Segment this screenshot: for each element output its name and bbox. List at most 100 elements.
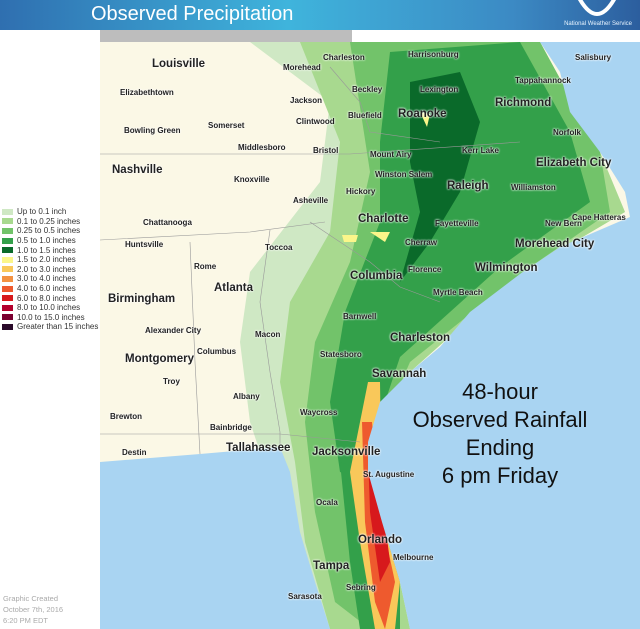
gray-bar	[100, 30, 352, 42]
city-label: Orlando	[358, 534, 403, 546]
city-label: Brewton	[110, 412, 142, 421]
city-label: Morehead	[283, 63, 321, 72]
city-label: Louisville	[152, 58, 206, 70]
legend-label: Up to 0.1 inch	[17, 207, 67, 217]
legend-swatch	[2, 323, 13, 330]
city-label: Somerset	[208, 121, 245, 130]
legend-item: 2.0 to 3.0 inches	[2, 265, 98, 275]
legend-label: 4.0 to 6.0 inches	[17, 284, 76, 294]
city-label: Knoxville	[234, 175, 270, 184]
city-label: Wilmington	[475, 262, 538, 274]
city-label: Ocala	[316, 498, 338, 507]
legend-item: Up to 0.1 inch	[2, 207, 98, 217]
city-label: New Bern	[545, 219, 582, 228]
legend-swatch	[2, 237, 13, 244]
legend-label: 0.25 to 0.5 inches	[17, 226, 81, 236]
city-label: Rome	[194, 262, 217, 271]
footer-line: 6:20 PM EDT	[3, 616, 49, 625]
city-label: Mount Airy	[370, 150, 412, 159]
legend-label: 6.0 to 8.0 inches	[17, 293, 76, 303]
city-label: Elizabeth City	[536, 157, 612, 169]
legend-label: 10.0 to 15.0 inches	[17, 312, 85, 322]
city-label: Charleston	[323, 53, 365, 62]
city-label: Charlotte	[358, 213, 409, 225]
city-label: Jacksonville	[312, 446, 381, 458]
agency-name: National Weather Service	[564, 21, 632, 27]
annotation-line: 48-hour	[462, 379, 538, 404]
legend-item: 0.25 to 0.5 inches	[2, 226, 98, 236]
page-title: Observed Precipitation	[91, 3, 294, 25]
city-label: Tampa	[313, 560, 350, 572]
city-label: Norfolk	[553, 128, 581, 137]
city-label: Melbourne	[393, 553, 434, 562]
city-label: Toccoa	[265, 243, 293, 252]
legend-swatch	[2, 218, 13, 225]
city-label: Montgomery	[125, 353, 194, 365]
annotation-line: 6 pm Friday	[441, 463, 559, 488]
legend-item: 6.0 to 8.0 inches	[2, 293, 98, 303]
city-label: Bowling Green	[124, 126, 181, 135]
legend-item: 8.0 to 10.0 inches	[2, 303, 98, 313]
legend-swatch	[2, 266, 13, 273]
legend-swatch	[2, 275, 13, 282]
city-label: Bainbridge	[210, 423, 252, 432]
legend-swatch	[2, 247, 13, 254]
city-label: Atlanta	[214, 282, 253, 294]
legend-label: 0.1 to 0.25 inches	[17, 216, 81, 226]
city-label: Jackson	[290, 96, 323, 105]
city-label: Fayetteville	[435, 219, 479, 228]
annotation-line: Observed Rainfall	[412, 407, 588, 432]
legend-item: 0.5 to 1.0 inches	[2, 236, 98, 246]
city-label: Statesboro	[320, 350, 362, 359]
legend-swatch	[2, 304, 13, 311]
city-label: Asheville	[293, 196, 329, 205]
legend-item: 10.0 to 15.0 inches	[2, 313, 98, 323]
city-label: Macon	[255, 330, 281, 339]
city-label: Elizabethtown	[120, 88, 174, 97]
legend-label: Greater than 15 inches	[17, 322, 99, 332]
city-label: Clintwood	[296, 117, 335, 126]
footer: Graphic Created October 7th, 2016 6:20 P…	[3, 593, 63, 626]
city-label: Myrtle Beach	[433, 288, 483, 297]
city-label: Morehead City	[515, 238, 595, 250]
city-label: Birmingham	[108, 293, 176, 305]
city-label: Beckley	[352, 85, 383, 94]
city-label: Williamston	[511, 183, 556, 192]
city-label: Salisbury	[575, 53, 612, 62]
legend: Up to 0.1 inch 0.1 to 0.25 inches 0.25 to …	[2, 207, 98, 332]
city-label: Tappahannock	[515, 76, 571, 85]
city-label: Bluefield	[348, 111, 382, 120]
city-label: Sebring	[346, 583, 376, 592]
city-label: Harrisonburg	[408, 50, 459, 59]
city-label: Tallahassee	[226, 442, 291, 454]
city-label: Barnwell	[343, 312, 377, 321]
annotation-line: Ending	[465, 435, 535, 460]
city-label: Winston Salem	[375, 170, 433, 179]
legend-label: 0.5 to 1.0 inches	[17, 236, 76, 246]
city-label: Middlesboro	[238, 143, 286, 152]
city-label: Chattanooga	[143, 218, 192, 227]
legend-swatch	[2, 314, 13, 321]
legend-label: 2.0 to 3.0 inches	[17, 264, 76, 274]
city-label: Kerr Lake	[462, 146, 499, 155]
legend-label: 1.5 to 2.0 inches	[17, 255, 76, 265]
footer-line: Graphic Created	[3, 594, 59, 603]
city-label: Richmond	[495, 97, 552, 109]
legend-label: 3.0 to 4.0 inches	[17, 274, 76, 284]
city-label: Waycross	[300, 408, 338, 417]
legend-item: 3.0 to 4.0 inches	[2, 274, 98, 284]
legend-item: Greater than 15 inches	[2, 322, 98, 332]
city-label: Albany	[233, 392, 260, 401]
legend-swatch	[2, 256, 13, 263]
footer-line: October 7th, 2016	[3, 605, 64, 614]
city-label: Hickory	[346, 187, 376, 196]
city-label: Roanoke	[398, 108, 447, 120]
legend-item: 1.5 to 2.0 inches	[2, 255, 98, 265]
legend-item: 4.0 to 6.0 inches	[2, 284, 98, 294]
city-label: Alexander City	[145, 326, 202, 335]
city-label: Bristol	[313, 146, 339, 155]
legend-label: 8.0 to 10.0 inches	[17, 303, 81, 313]
city-label: Nashville	[112, 164, 163, 176]
legend-swatch	[2, 285, 13, 292]
header-banner: Observed Precipitation National Weather …	[0, 0, 640, 30]
